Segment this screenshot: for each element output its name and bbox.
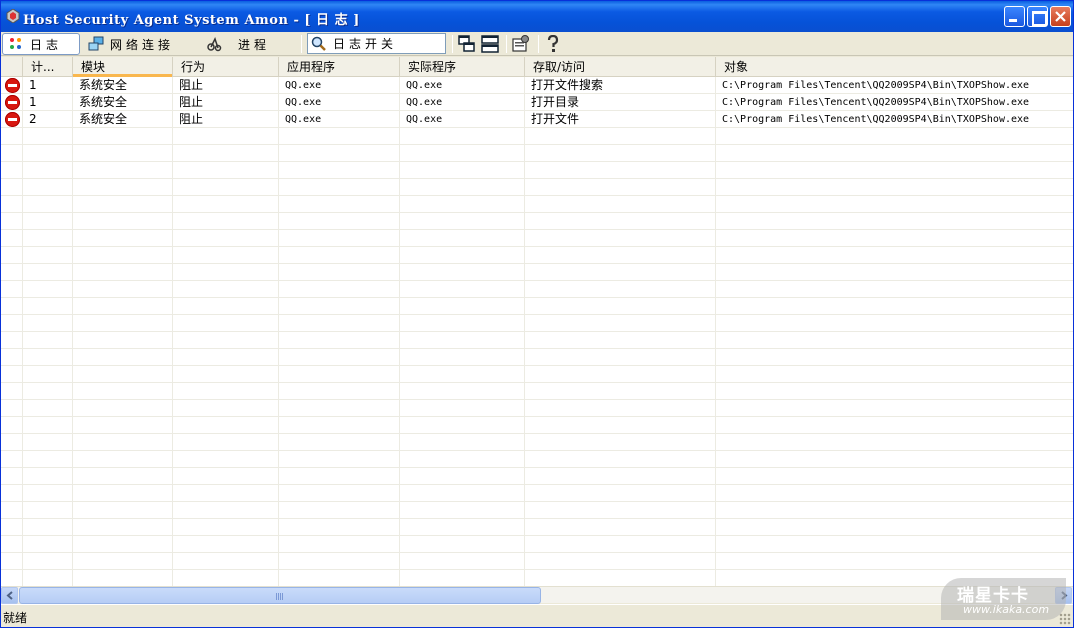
scroll-grip xyxy=(276,593,284,600)
cell-action: 阻止 xyxy=(179,112,204,126)
column-header-count[interactable]: 计... xyxy=(23,57,73,77)
grid-line xyxy=(399,77,400,586)
minimize-button[interactable] xyxy=(1004,6,1025,27)
cell-module: 系统安全 xyxy=(79,95,128,109)
grid-line xyxy=(278,77,279,586)
log-table: 计... 模块 行为 应用程序 实际程序 存取/访问 对象 1 系统安全 阻止 … xyxy=(1,57,1073,586)
toolbar-separator xyxy=(301,35,302,53)
app-window: Host Security Agent System Amon - [ 日 志 … xyxy=(0,0,1074,628)
column-header-module[interactable]: 模块 xyxy=(73,57,173,77)
process-button[interactable]: 进程 xyxy=(201,33,275,55)
cell-action: 阻止 xyxy=(179,95,204,109)
log-switch-label: 日志开关 xyxy=(333,37,398,51)
cell-actual-program: QQ.exe xyxy=(406,80,443,91)
stop-icon xyxy=(5,112,20,127)
colored-dots-icon xyxy=(10,38,21,49)
cell-application: QQ.exe xyxy=(285,97,322,108)
horizontal-scrollbar[interactable] xyxy=(1,586,1073,604)
toolbar-separator xyxy=(538,35,539,53)
chevron-left-icon xyxy=(6,591,13,600)
status-text: 就绪 xyxy=(3,611,28,625)
table-row[interactable]: 2 系统安全 阻止 QQ.exe QQ.exe 打开文件 C:\Program … xyxy=(1,111,1073,128)
properties-icon[interactable] xyxy=(512,35,530,53)
network-icon xyxy=(88,36,104,51)
magnifier-icon xyxy=(311,36,326,51)
cell-module: 系统安全 xyxy=(79,112,128,126)
cell-access: 打开文件 xyxy=(531,112,580,126)
tile-windows-icon[interactable] xyxy=(481,35,499,53)
grid-line xyxy=(22,77,23,586)
grid-line xyxy=(715,77,716,586)
cell-object: C:\Program Files\Tencent\QQ2009SP4\Bin\T… xyxy=(722,114,1030,125)
cell-object: C:\Program Files\Tencent\QQ2009SP4\Bin\T… xyxy=(722,97,1030,108)
cell-application: QQ.exe xyxy=(285,114,322,125)
window-title: Host Security Agent System Amon - [ 日 志 … xyxy=(23,13,360,28)
table-header: 计... 模块 行为 应用程序 实际程序 存取/访问 对象 xyxy=(1,57,1073,77)
cell-count: 2 xyxy=(29,112,37,126)
cell-module: 系统安全 xyxy=(79,78,128,92)
cell-actual-program: QQ.exe xyxy=(406,114,443,125)
cell-actual-program: QQ.exe xyxy=(406,97,443,108)
cell-count: 1 xyxy=(29,95,37,109)
close-button[interactable] xyxy=(1050,6,1071,27)
column-header-application[interactable]: 应用程序 xyxy=(279,57,400,77)
process-button-label: 进程 xyxy=(238,37,271,52)
toolbar: 日志 网络连接 进程 日志开关 xyxy=(1,32,1073,56)
cell-action: 阻止 xyxy=(179,78,204,92)
close-icon xyxy=(1055,11,1066,22)
scroll-thumb[interactable] xyxy=(19,587,541,604)
table-row[interactable]: 1 系统安全 阻止 QQ.exe QQ.exe 打开目录 C:\Program … xyxy=(1,94,1073,111)
network-button-label: 网络连接 xyxy=(110,37,175,52)
cascade-windows-icon[interactable] xyxy=(458,35,476,53)
grid-line xyxy=(72,77,73,586)
log-button-label: 日志 xyxy=(30,37,63,52)
log-switch-button[interactable]: 日志开关 xyxy=(307,33,446,54)
cell-object: C:\Program Files\Tencent\QQ2009SP4\Bin\T… xyxy=(722,80,1030,91)
column-header-object[interactable]: 对象 xyxy=(716,57,1073,77)
watermark-url: www.ikaka.com xyxy=(963,603,1050,616)
app-icon xyxy=(6,9,20,23)
column-header-actual-program[interactable]: 实际程序 xyxy=(400,57,525,77)
network-button[interactable]: 网络连接 xyxy=(83,33,179,55)
cell-application: QQ.exe xyxy=(285,80,322,91)
cell-access: 打开文件搜索 xyxy=(531,78,604,92)
column-header-action[interactable]: 行为 xyxy=(173,57,279,77)
process-icon xyxy=(207,37,222,52)
column-header-access[interactable]: 存取/访问 xyxy=(525,57,716,77)
scroll-left-button[interactable] xyxy=(1,587,18,604)
watermark: 瑞星卡卡 www.ikaka.com xyxy=(941,578,1066,620)
cell-access: 打开目录 xyxy=(531,95,580,109)
cell-count: 1 xyxy=(29,78,37,92)
stop-icon xyxy=(5,95,20,110)
maximize-button[interactable] xyxy=(1027,6,1048,27)
status-bar: 就绪 xyxy=(1,604,1073,627)
toolbar-separator xyxy=(452,35,453,53)
table-row[interactable]: 1 系统安全 阻止 QQ.exe QQ.exe 打开文件搜索 C:\Progra… xyxy=(1,77,1073,94)
stop-icon xyxy=(5,78,20,93)
title-bar[interactable]: Host Security Agent System Amon - [ 日 志 … xyxy=(1,1,1073,32)
column-header-icon[interactable] xyxy=(1,57,23,77)
toolbar-separator xyxy=(506,35,507,53)
resize-grip[interactable] xyxy=(1059,613,1071,625)
grid-line xyxy=(172,77,173,586)
grid-line xyxy=(524,77,525,586)
table-body: 1 系统安全 阻止 QQ.exe QQ.exe 打开文件搜索 C:\Progra… xyxy=(1,77,1073,586)
log-button[interactable]: 日志 xyxy=(2,33,80,55)
help-icon[interactable] xyxy=(544,35,562,53)
